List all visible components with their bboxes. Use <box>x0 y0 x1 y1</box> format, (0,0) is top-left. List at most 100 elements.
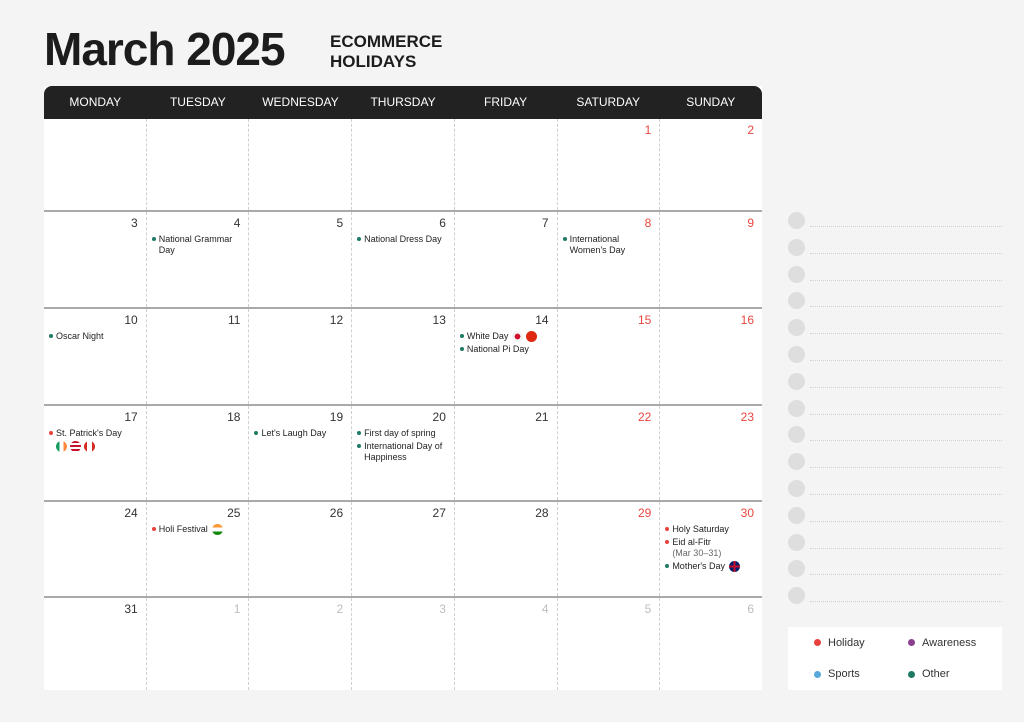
day-cell[interactable]: 23 <box>660 406 762 500</box>
note-bullet-icon <box>788 587 805 605</box>
day-cell[interactable]: 2 <box>660 119 762 210</box>
day-cell[interactable]: 7 <box>455 212 558 307</box>
event-item[interactable]: International Day of Happiness <box>357 441 446 463</box>
note-dotted-line <box>810 601 1002 603</box>
event-item[interactable]: International Women's Day <box>562 234 652 256</box>
note-line[interactable] <box>788 426 1002 453</box>
weekday-label: THURSDAY <box>370 95 436 109</box>
day-cell[interactable]: 21 <box>455 406 558 500</box>
event-item[interactable]: Oscar Night <box>49 331 138 342</box>
event-type-dot-icon <box>151 527 156 531</box>
day-cell[interactable]: 13 <box>352 309 455 404</box>
day-cell[interactable] <box>352 119 455 210</box>
day-cell[interactable]: 24 <box>44 502 147 596</box>
note-line[interactable] <box>788 533 1002 561</box>
legend-item: Other <box>908 668 1002 680</box>
day-cell[interactable]: 31 <box>44 598 147 690</box>
day-cell[interactable]: 30 Holy Saturday Eid al-Fitr (Mar 30–31) Mot… <box>660 502 762 596</box>
canada-flag-icon <box>84 441 95 452</box>
day-cell[interactable]: 1 <box>147 598 250 690</box>
event-item[interactable]: National Grammar Day <box>151 234 241 256</box>
note-line[interactable] <box>788 345 1002 373</box>
weekday-label: WEDNESDAY <box>262 95 339 109</box>
day-cell[interactable]: 17 St. Patrick's Day <box>44 406 147 500</box>
day-number: 23 <box>740 410 755 424</box>
day-number: 14 <box>535 313 549 327</box>
note-line[interactable] <box>788 319 1002 346</box>
day-cell[interactable]: 22 <box>558 406 661 500</box>
note-line[interactable] <box>788 560 1002 587</box>
note-dotted-line <box>810 226 1002 227</box>
day-number: 17 <box>124 410 138 424</box>
day-cell[interactable]: 20 First day of spring International Day o… <box>352 406 455 500</box>
day-cell[interactable]: 18 <box>147 406 250 500</box>
note-dotted-line <box>810 493 1002 495</box>
event-item[interactable]: First day of spring <box>357 428 446 439</box>
day-cell[interactable] <box>455 119 558 210</box>
event-label: St. Patrick's Day <box>56 428 122 438</box>
day-cell[interactable]: 15 <box>558 309 661 404</box>
note-line[interactable] <box>788 399 1002 427</box>
note-bullet-icon <box>788 506 805 524</box>
week-row: 17 St. Patrick's Day 18 19 Let's Laugh Day 20… <box>44 406 762 502</box>
event-item[interactable]: Eid al-Fitr (Mar 30–31) <box>665 537 754 559</box>
day-cell[interactable]: 26 <box>249 502 353 596</box>
day-number: 6 <box>439 216 446 230</box>
note-line[interactable] <box>788 238 1002 266</box>
day-cell[interactable]: 25 Holi Festival <box>147 502 250 596</box>
day-number: 15 <box>637 313 652 327</box>
event-label: International Day of Happiness <box>364 441 443 462</box>
day-cell[interactable]: 14 White Day National Pi Day <box>455 309 558 404</box>
day-cell[interactable]: 11 <box>147 309 250 404</box>
note-line[interactable] <box>788 212 1002 239</box>
note-dotted-line <box>810 440 1002 442</box>
note-line[interactable] <box>788 479 1002 507</box>
day-cell[interactable]: 29 <box>558 502 661 596</box>
japan-flag-icon <box>512 331 524 343</box>
day-cell[interactable]: 16 <box>660 309 762 404</box>
day-cell[interactable]: 4 <box>455 598 558 690</box>
notes-list <box>788 212 1002 614</box>
day-cell[interactable]: 28 <box>455 502 558 596</box>
day-cell[interactable]: 3 <box>44 212 147 307</box>
day-cell[interactable]: 6 National Dress Day <box>352 212 455 307</box>
note-dotted-line <box>810 467 1002 469</box>
note-line[interactable] <box>788 292 1002 319</box>
event-label: White Day <box>466 331 509 341</box>
event-item[interactable]: White Day <box>459 331 549 343</box>
day-cell[interactable]: 2 <box>249 598 353 690</box>
legend-label: Holiday <box>828 636 865 649</box>
day-cell[interactable]: 5 <box>558 598 661 690</box>
day-number: 5 <box>644 602 652 616</box>
note-line[interactable] <box>788 506 1002 534</box>
day-cell[interactable]: 3 <box>352 598 455 690</box>
day-number: 12 <box>329 313 344 327</box>
day-cell[interactable]: 5 <box>249 212 353 307</box>
note-bullet-icon <box>788 372 805 390</box>
day-cell[interactable] <box>249 119 353 210</box>
event-item[interactable]: National Dress Day <box>357 234 446 245</box>
event-item[interactable]: Holy Saturday <box>665 524 754 535</box>
note-line[interactable] <box>788 372 1002 400</box>
day-cell[interactable]: 9 <box>660 212 762 307</box>
note-line[interactable] <box>788 453 1002 480</box>
note-line[interactable] <box>788 265 1002 293</box>
day-cell[interactable]: 12 <box>249 309 353 404</box>
day-cell[interactable]: 10 Oscar Night <box>44 309 147 404</box>
day-cell[interactable]: 1 <box>558 119 661 210</box>
day-number: 20 <box>432 410 446 424</box>
day-cell[interactable] <box>44 119 147 210</box>
event-item[interactable]: Holi Festival <box>151 524 241 536</box>
day-cell[interactable]: 19 Let's Laugh Day <box>249 406 353 500</box>
day-cell[interactable]: 6 <box>660 598 762 690</box>
event-item[interactable]: St. Patrick's Day <box>49 428 138 452</box>
day-cell[interactable]: 4 National Grammar Day <box>147 212 250 307</box>
event-item[interactable]: Mother's Day <box>665 561 754 573</box>
day-number <box>49 123 138 139</box>
note-line[interactable] <box>788 587 1002 614</box>
day-cell[interactable]: 8 International Women's Day <box>558 212 661 307</box>
day-cell[interactable]: 27 <box>352 502 455 596</box>
event-item[interactable]: National Pi Day <box>459 344 549 355</box>
day-cell[interactable] <box>147 119 250 210</box>
event-item[interactable]: Let's Laugh Day <box>254 428 343 439</box>
